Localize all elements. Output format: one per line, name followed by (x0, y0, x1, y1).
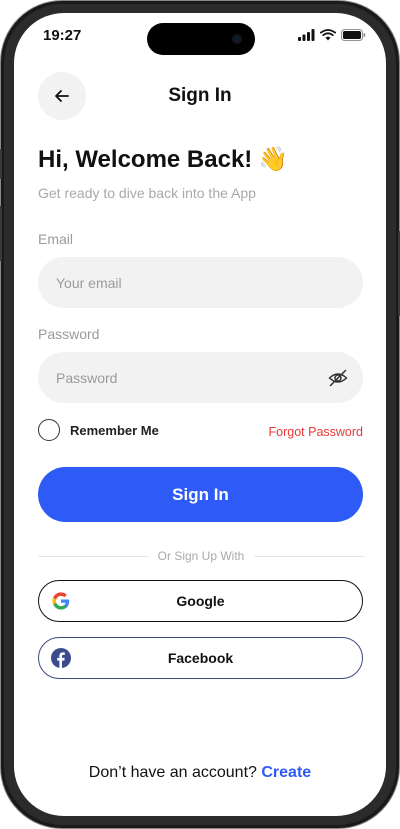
signal-icon (298, 29, 315, 41)
sign-in-button[interactable]: Sign In (38, 467, 363, 522)
welcome-heading: Hi, Welcome Back! 👋 (38, 145, 288, 174)
email-label: Email (38, 231, 74, 247)
remember-me-checkbox[interactable] (38, 419, 60, 441)
password-field[interactable] (54, 368, 318, 387)
create-account-link[interactable]: Create (261, 764, 311, 781)
password-field-container (38, 352, 363, 403)
divider-text: Or Sign Up With (157, 549, 245, 563)
status-icons (298, 29, 366, 41)
google-icon (52, 592, 70, 610)
phone-frame: 19:27 Sign In Hi, Welcome Back! 👋 Get re… (0, 0, 400, 829)
signup-prompt: Don’t have an account? (88, 764, 257, 781)
volume-button (0, 149, 2, 179)
volume-button (0, 206, 2, 261)
dynamic-island (147, 23, 255, 55)
eye-off-icon[interactable] (327, 367, 349, 389)
remember-me[interactable]: Remember Me (38, 419, 159, 441)
page-title: Sign In (168, 85, 232, 106)
battery-icon (341, 29, 366, 41)
welcome-title: Hi, Welcome Back! (38, 145, 253, 173)
email-field-container (38, 257, 363, 308)
facebook-icon (51, 648, 71, 668)
facebook-button[interactable]: Facebook (38, 637, 363, 679)
remember-me-label: Remember Me (70, 422, 159, 438)
forgot-password-link[interactable]: Forgot Password (269, 425, 363, 439)
status-time: 19:27 (43, 27, 82, 44)
signup-footer: Don’t have an account? Create (14, 764, 386, 782)
divider-line (38, 555, 148, 557)
password-label: Password (38, 326, 100, 342)
waving-hand-icon: 👋 (258, 146, 289, 173)
wifi-icon (320, 29, 336, 41)
google-button-label: Google (176, 593, 225, 609)
facebook-button-label: Facebook (167, 650, 234, 666)
app-screen: 19:27 Sign In Hi, Welcome Back! 👋 Get re… (14, 13, 386, 816)
social-divider: Or Sign Up With (38, 548, 365, 564)
google-button[interactable]: Google (38, 580, 363, 622)
divider-line (254, 555, 365, 557)
welcome-subtitle: Get ready to dive back into the App (38, 185, 256, 201)
camera-icon (232, 34, 242, 44)
email-field[interactable] (54, 273, 318, 292)
